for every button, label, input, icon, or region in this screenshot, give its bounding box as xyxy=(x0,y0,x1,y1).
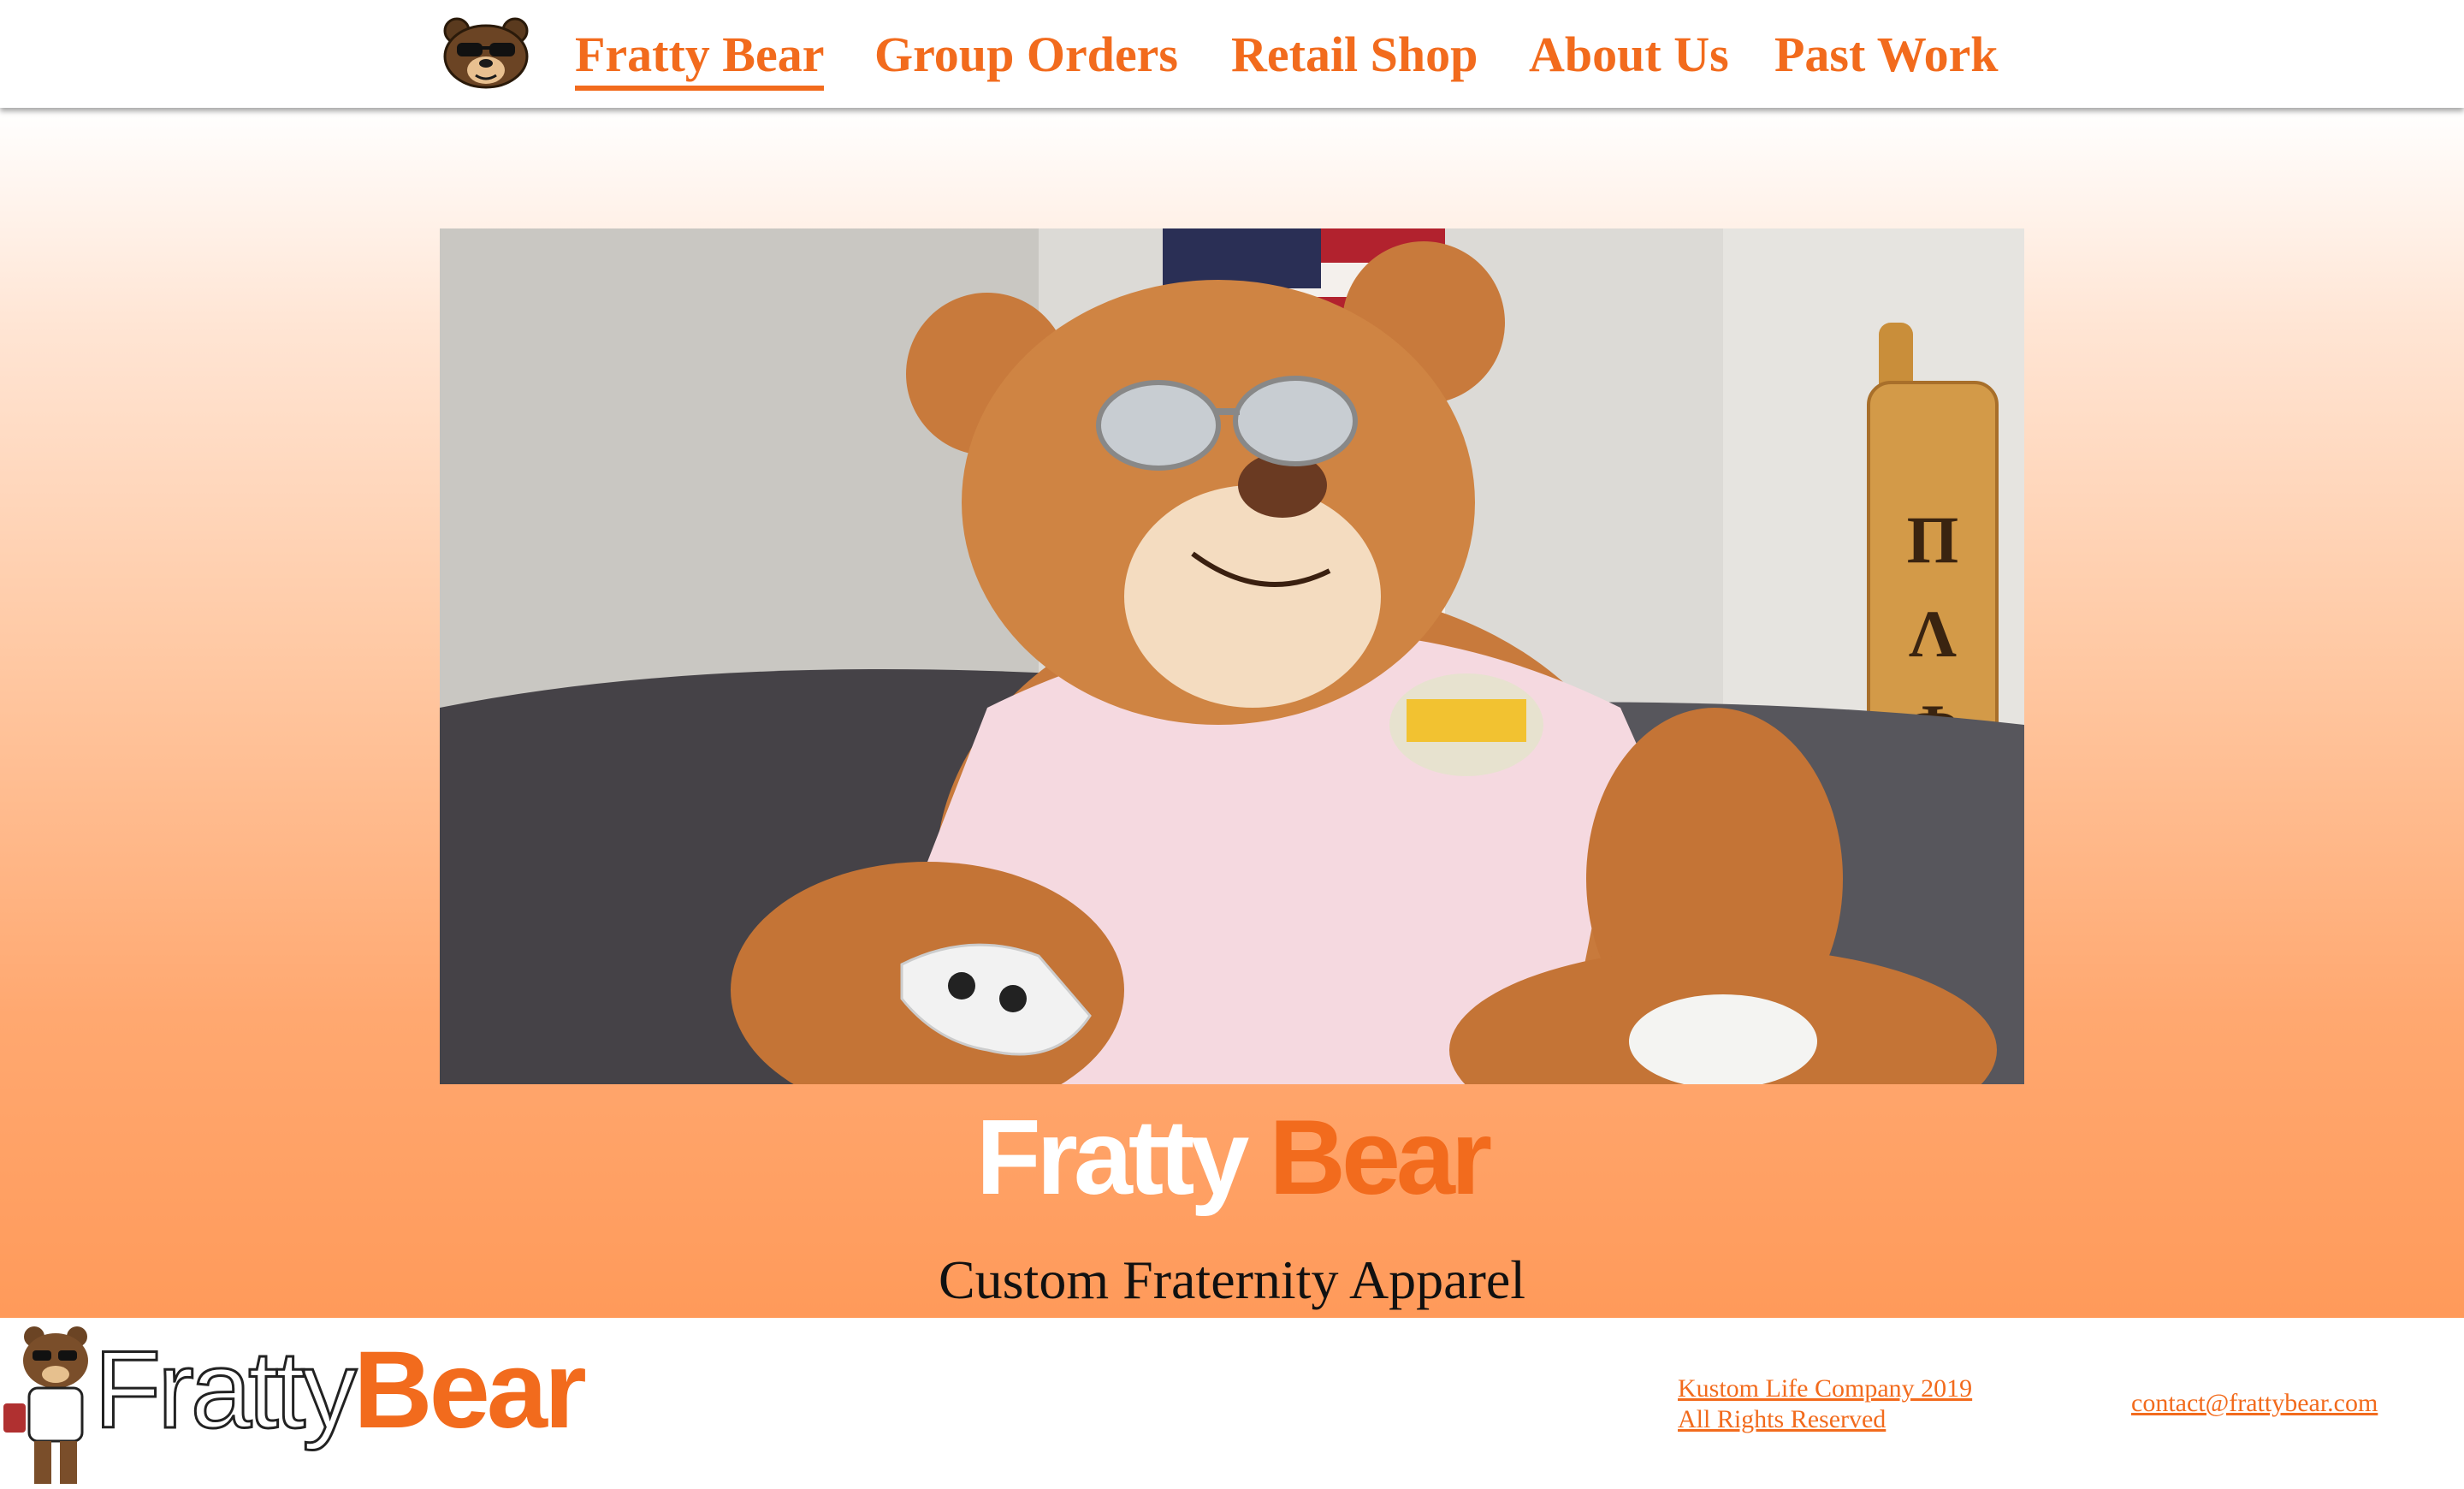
top-nav-bar: Fratty Bear Group Orders Retail Shop Abo… xyxy=(0,0,2464,108)
svg-text:Π: Π xyxy=(1907,502,1959,577)
footer: FrattyBear xyxy=(0,1318,2464,1489)
nav-link-past-work[interactable]: Past Work xyxy=(1774,24,1999,86)
nav-link-fratty-bear[interactable]: Fratty Bear xyxy=(575,24,825,91)
hero-tagline: Custom Fraternity Apparel xyxy=(938,1249,1526,1310)
brand-title-word-bear: Bear xyxy=(1269,1099,1492,1217)
bear-mascot-logo-icon xyxy=(3,1326,88,1484)
bear-sunglasses-logo-icon[interactable] xyxy=(438,15,534,91)
nav-link-group-orders[interactable]: Group Orders xyxy=(874,24,1178,86)
svg-text:Λ: Λ xyxy=(1909,596,1957,671)
footer-company-link[interactable]: Kustom Life Company 2019 xyxy=(1678,1373,1972,1404)
footer-rights-link[interactable]: All Rights Reserved xyxy=(1678,1403,1886,1435)
hero-photo: Π Λ Φ xyxy=(440,228,2024,1084)
nav-link-retail-shop[interactable]: Retail Shop xyxy=(1231,24,1478,86)
footer-brand-word-bear: Bear xyxy=(353,1329,587,1451)
nav-link-about-us[interactable]: About Us xyxy=(1529,24,1729,86)
footer-brand-word-fratty: Fratty xyxy=(92,1328,358,1453)
footer-brand-logo: FrattyBear xyxy=(92,1326,587,1455)
footer-contact-email-link[interactable]: contact@frattybear.com xyxy=(2131,1387,2378,1419)
brand-title-word-fratty: Fratty xyxy=(975,1099,1250,1217)
brand-title: Fratty Bear xyxy=(0,1102,2464,1213)
hero-section: Π Λ Φ FrattyBear Cust xyxy=(0,108,2464,1318)
